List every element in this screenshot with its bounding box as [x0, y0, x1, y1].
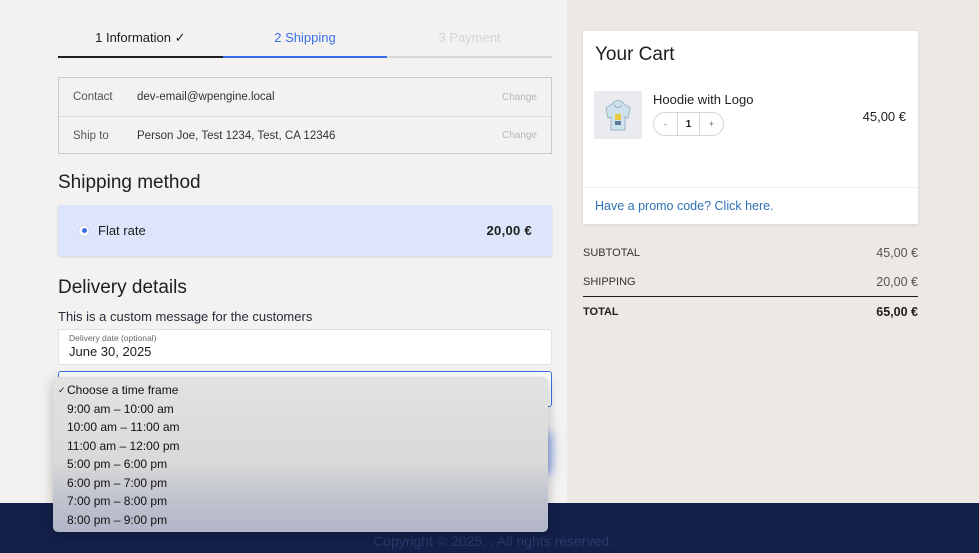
shipping-option-price: 20,00 €	[486, 223, 532, 238]
custom-message: This is a custom message for the custome…	[58, 309, 313, 324]
quantity-stepper[interactable]: - 1 +	[653, 112, 724, 136]
time-frame-option-label: 9:00 am – 10:00 am	[67, 401, 174, 416]
total-row: TOTAL 65,00 €	[583, 296, 918, 326]
review-contact-row: Contact dev-email@wpengine.local Change	[59, 78, 551, 116]
change-contact-link[interactable]: Change	[502, 92, 537, 103]
time-frame-option[interactable]: 6:00 pm – 7:00 pm	[53, 474, 548, 493]
time-frame-option[interactable]: 7:00 pm – 8:00 pm	[53, 492, 548, 511]
time-frame-option-label: Choose a time frame	[67, 383, 179, 398]
delivery-date-label: Delivery date (optional)	[69, 333, 157, 343]
order-totals: SUBTOTAL 45,00 € SHIPPING 20,00 € TOTAL …	[583, 238, 918, 326]
time-frame-option[interactable]: 8:00 pm – 9:00 pm	[53, 511, 548, 530]
qty-value[interactable]: 1	[677, 113, 700, 135]
shipping-option-label: Flat rate	[98, 223, 146, 238]
ship-to-value: Person Joe, Test 1234, Test, CA 12346	[137, 129, 336, 142]
time-frame-option-label: 5:00 pm – 6:00 pm	[67, 457, 168, 472]
shipping-row: SHIPPING 20,00 €	[583, 267, 918, 296]
cart-item-price: 45,00 €	[862, 109, 906, 124]
step-payment: 3 Payment	[387, 26, 552, 58]
time-frame-option-label: 10:00 am – 11:00 am	[67, 420, 180, 435]
contact-label: Contact	[73, 91, 113, 103]
time-frame-option[interactable]: 5:00 pm – 6:00 pm	[53, 455, 548, 474]
checkmark-icon: ✓	[58, 384, 66, 395]
subtotal-label: SUBTOTAL	[583, 246, 641, 259]
hoodie-icon	[605, 100, 631, 131]
cart-item-name: Hoodie with Logo	[653, 92, 754, 107]
time-frame-option-label: 11:00 am – 12:00 pm	[67, 438, 180, 453]
change-ship-link[interactable]: Change	[502, 130, 537, 141]
time-frame-option-choose[interactable]: ✓ Choose a time frame	[53, 381, 548, 400]
time-frame-option-label: 8:00 pm – 9:00 pm	[67, 512, 168, 527]
hoodie-thumbnail	[594, 91, 642, 139]
review-ship-row: Ship to Person Joe, Test 1234, Test, CA …	[59, 116, 551, 154]
total-label: TOTAL	[583, 305, 619, 318]
time-frame-option-label: 7:00 pm – 8:00 pm	[67, 494, 168, 509]
delivery-details-title: Delivery details	[58, 277, 187, 298]
review-box: Contact dev-email@wpengine.local Change …	[58, 77, 552, 154]
shipping-option-flat-rate[interactable]: Flat rate 20,00 €	[58, 205, 552, 256]
shipping-label: SHIPPING	[583, 275, 636, 288]
radio-selected-icon[interactable]	[78, 224, 90, 237]
time-frame-option[interactable]: 11:00 am – 12:00 pm	[53, 437, 548, 456]
time-frame-option-label: 6:00 pm – 7:00 pm	[67, 475, 168, 490]
copyright-text: Copyright © 2025, . All rights reserved.	[373, 533, 613, 549]
checkout-steps: 1 Information ✓ 2 Shipping 3 Payment	[58, 26, 552, 58]
time-frame-dropdown-menu: ✓ Choose a time frame 9:00 am – 10:00 am…	[53, 377, 548, 532]
cart-title: Your Cart	[595, 44, 675, 65]
delivery-date-value: June 30, 2025	[69, 344, 152, 359]
total-value: 65,00 €	[876, 304, 918, 319]
subtotal-row: SUBTOTAL 45,00 €	[583, 238, 918, 267]
step-information[interactable]: 1 Information ✓	[58, 26, 223, 58]
shipping-method-title: Shipping method	[58, 172, 201, 193]
time-frame-option[interactable]: 9:00 am – 10:00 am	[53, 400, 548, 419]
cart-card: Your Cart Hoodie with Logo - 1 + 45,00 €…	[583, 31, 918, 224]
subtotal-value: 45,00 €	[876, 245, 918, 260]
time-frame-option[interactable]: 10:00 am – 11:00 am	[53, 418, 548, 437]
qty-plus-button[interactable]: +	[700, 113, 723, 135]
contact-value: dev-email@wpengine.local	[137, 91, 275, 103]
step-shipping[interactable]: 2 Shipping	[222, 26, 388, 58]
delivery-date-field[interactable]: Delivery date (optional) June 30, 2025	[58, 329, 552, 365]
ship-to-label: Ship to	[73, 129, 109, 142]
promo-code-link[interactable]: Have a promo code? Click here.	[583, 187, 918, 224]
qty-minus-button[interactable]: -	[654, 113, 677, 135]
shipping-value: 20,00 €	[876, 274, 918, 289]
